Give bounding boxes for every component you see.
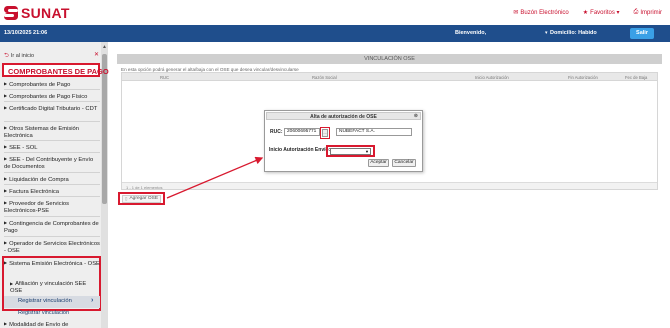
start-date-highlight: ▼ [326, 145, 375, 157]
ruc-lookup-button[interactable]: ... [322, 129, 328, 137]
sunat-page: SUNAT ✉ Buzón Electrónico ★ Favoritos ▾ … [0, 0, 670, 328]
start-date-label: Inicio Autorización Envío: [269, 147, 331, 153]
dialog-title: Alta de autorización de OSE [310, 113, 377, 120]
accept-button[interactable]: Aceptar [368, 159, 389, 167]
ruc-label: RUC: [270, 129, 283, 135]
dialog-titlebar: Alta de autorización de OSE ⊗ [266, 112, 421, 120]
ruc-input[interactable]: 20600695771 [284, 128, 320, 136]
cancel-button[interactable]: Cancelar [392, 159, 416, 167]
chevron-down-icon: ▼ [365, 149, 369, 154]
start-date-select[interactable]: ▼ [330, 148, 371, 155]
razon-social-field: NUBEFACT S.A. [336, 128, 412, 136]
dialog-close-icon[interactable]: ⊗ [414, 113, 418, 119]
ruc-lookup-highlight: ... [320, 127, 330, 139]
